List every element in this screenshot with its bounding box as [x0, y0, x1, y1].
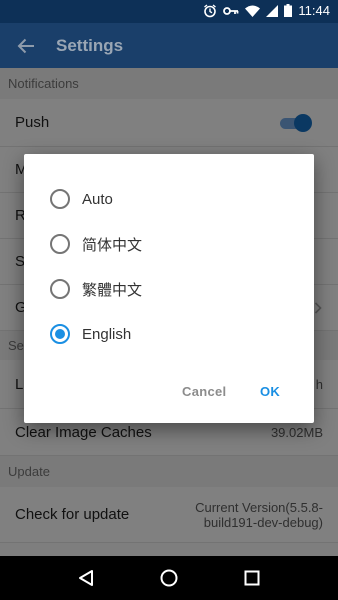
navigation-bar [0, 556, 338, 600]
battery-icon [284, 4, 293, 17]
setting-label-clear-cache: Clear Image Caches [15, 423, 152, 441]
back-button[interactable] [0, 23, 52, 68]
setting-label-language: L [15, 375, 24, 393]
setting-label-push: Push [15, 114, 50, 131]
push-toggle[interactable] [280, 113, 312, 132]
app-bar: Settings [0, 23, 338, 68]
key-icon [223, 6, 239, 16]
language-dialog: Auto 简体中文 繁體中文 English Cancel OK [24, 154, 314, 423]
nav-recents-button[interactable] [232, 558, 272, 598]
cache-size-value: 39.02MB [270, 424, 323, 440]
language-option-english[interactable]: English [50, 319, 131, 349]
option-label: 繁體中文 [82, 281, 143, 299]
nav-back-button[interactable] [66, 558, 106, 598]
option-label: 简体中文 [82, 236, 143, 254]
status-icons: 11:44 [203, 3, 330, 18]
language-option-simplified-chinese[interactable]: 简体中文 [50, 229, 142, 259]
wifi-icon [245, 5, 261, 17]
language-option-auto[interactable]: Auto [50, 184, 113, 214]
radio-button[interactable] [50, 189, 70, 209]
circle-home-icon [160, 569, 178, 587]
arrow-left-icon [17, 38, 34, 53]
language-value: h [315, 376, 323, 392]
toggle-thumb [294, 113, 312, 132]
radio-button[interactable] [50, 279, 70, 299]
status-time: 11:44 [298, 3, 330, 18]
section-header-update: Update [0, 456, 338, 487]
option-label: Auto [82, 190, 113, 208]
chevron-right-icon [314, 301, 322, 314]
triangle-back-icon [78, 570, 93, 586]
radio-button[interactable] [50, 234, 70, 254]
setting-row-push[interactable]: Push [0, 99, 338, 147]
section-header-notifications: Notifications [0, 68, 338, 99]
signal-icon [266, 4, 279, 17]
cancel-button[interactable]: Cancel [182, 384, 226, 399]
setting-label-check-update: Check for update [15, 506, 130, 523]
option-label: English [82, 325, 132, 343]
ok-button[interactable]: OK [260, 384, 280, 399]
nav-home-button[interactable] [149, 558, 189, 598]
alarm-icon [203, 3, 217, 18]
square-recents-icon [244, 570, 260, 586]
language-option-traditional-chinese[interactable]: 繁體中文 [50, 274, 142, 304]
version-line-2: build191-dev-debug) [203, 514, 323, 530]
current-version: Current Version(5.5.8- build191-dev-debu… [195, 500, 323, 530]
version-line-1: Current Version(5.5.8- [195, 499, 323, 515]
setting-row-check-update[interactable]: Check for update Current Version(5.5.8- … [0, 487, 338, 543]
radio-button-selected[interactable] [50, 324, 70, 344]
status-bar: 11:44 [0, 0, 338, 23]
page-title: Settings [56, 35, 124, 55]
